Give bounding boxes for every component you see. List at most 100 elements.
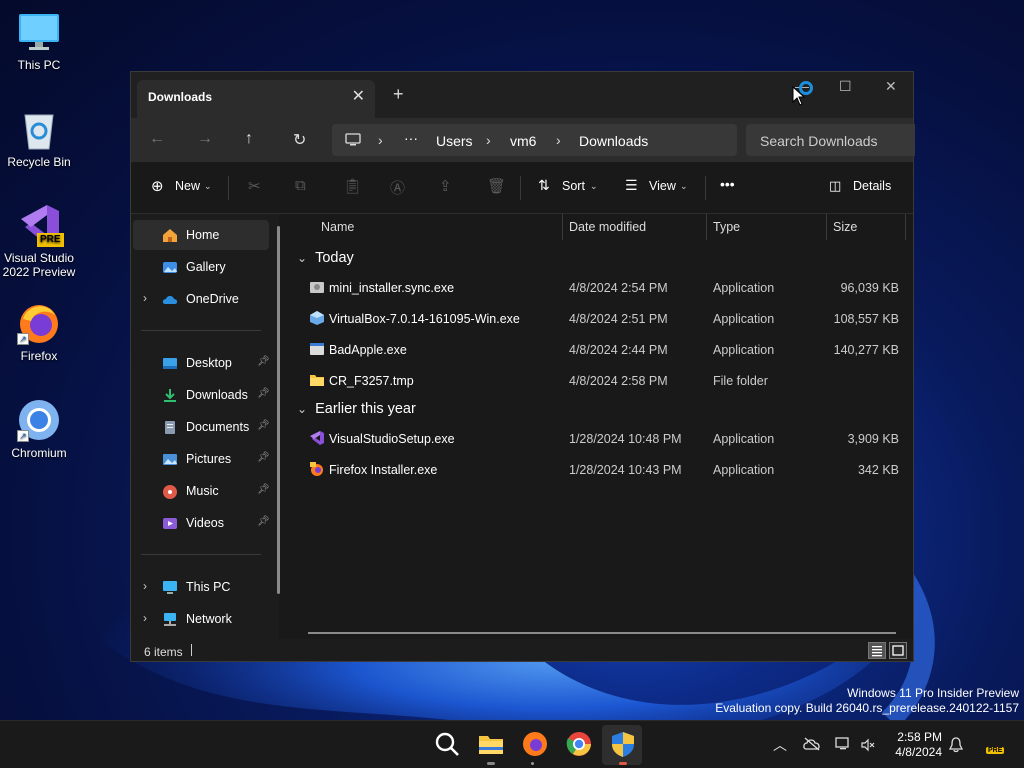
more-options-icon[interactable]: •••	[720, 176, 735, 192]
forward-arrow-icon[interactable]: →	[197, 130, 213, 148]
file-row[interactable]: CR_F3257.tmp 4/8/2024 2:58 PM File folde…	[289, 365, 913, 396]
pictures-icon	[162, 452, 178, 467]
file-date: 4/8/2024 2:58 PM	[569, 374, 668, 388]
nav-item-music[interactable]: Music 📌︎	[133, 476, 270, 506]
nav-item-gallery[interactable]: Gallery	[133, 252, 269, 282]
nav-item-label: OneDrive	[186, 292, 239, 306]
firefox-icon[interactable]	[521, 730, 549, 758]
file-row[interactable]: VirtualBox-7.0.14-161095-Win.exe 4/8/202…	[289, 303, 913, 334]
status-bar: 6 items	[131, 639, 913, 661]
virtualbox-icon	[309, 310, 325, 326]
file-row[interactable]: VisualStudioSetup.exe 1/28/2024 10:48 PM…	[289, 423, 913, 454]
refresh-icon[interactable]: ↻	[293, 130, 306, 150]
tiles-view-icon[interactable]	[889, 642, 907, 659]
copy-icon[interactable]: ⧉	[295, 177, 306, 194]
chevron-right-icon[interactable]: ›	[143, 291, 147, 305]
search-box[interactable]: Search Downloads	[746, 124, 915, 156]
new-tab-button[interactable]: +	[393, 84, 404, 105]
security-shield-icon[interactable]	[609, 730, 637, 758]
chevron-down-icon: ⌄	[590, 181, 598, 191]
up-arrow-icon[interactable]: ↑	[245, 130, 253, 148]
desktop-icon-recycle-bin[interactable]: Recycle Bin	[2, 107, 76, 169]
new-button[interactable]: New	[175, 179, 200, 193]
explorer-body: Home Gallery › OneDrive Desktop 📌︎ Downl…	[131, 214, 913, 639]
view-button[interactable]: View	[649, 179, 676, 193]
column-divider[interactable]	[826, 214, 827, 240]
column-header-size[interactable]: Size	[833, 220, 857, 234]
nav-item-desktop[interactable]: Desktop 📌︎	[133, 348, 270, 378]
nav-item-onedrive[interactable]: › OneDrive	[133, 284, 269, 314]
nav-item-documents[interactable]: Documents 📌︎	[133, 412, 270, 442]
file-row[interactable]: mini_installer.sync.exe 4/8/2024 2:54 PM…	[289, 272, 913, 303]
details-view-icon[interactable]	[868, 642, 886, 659]
chevron-right-icon[interactable]: ›	[143, 611, 147, 625]
breadcrumb-users[interactable]: Users	[436, 133, 473, 149]
column-divider[interactable]	[562, 214, 563, 240]
nav-scrollbar[interactable]	[277, 226, 280, 594]
chevron-right-icon[interactable]: ›	[143, 579, 147, 593]
close-button[interactable]: ✕	[885, 78, 897, 95]
details-button[interactable]: Details	[853, 179, 891, 193]
file-name: CR_F3257.tmp	[329, 374, 414, 388]
network-icon	[162, 612, 178, 627]
search-icon[interactable]	[433, 730, 461, 758]
desktop-icon-chromium[interactable]: ↗ Chromium	[2, 398, 76, 460]
breadcrumb-downloads[interactable]: Downloads	[579, 133, 648, 149]
delete-icon[interactable]: 🗑︎	[487, 177, 506, 195]
file-size: 342 KB	[857, 463, 899, 477]
pin-icon[interactable]: 📌︎	[257, 516, 270, 527]
back-arrow-icon[interactable]: ←	[149, 130, 165, 148]
paste-icon[interactable]: 📋︎	[343, 177, 362, 195]
maximize-button[interactable]: ☐	[839, 78, 852, 95]
file-row[interactable]: Firefox Installer.exe 1/28/2024 10:43 PM…	[289, 454, 913, 485]
notification-bell-icon[interactable]	[949, 737, 963, 753]
cut-icon[interactable]: ✂	[248, 177, 261, 195]
chrome-icon[interactable]	[565, 730, 593, 758]
chromium-icon: ↗	[17, 398, 61, 442]
rename-icon[interactable]: Ⓐ	[390, 177, 405, 198]
onedrive-offline-icon[interactable]	[803, 737, 821, 751]
address-bar[interactable]: › ··· Users › vm6 › Downloads	[332, 124, 737, 156]
column-divider[interactable]	[706, 214, 707, 240]
sort-button[interactable]: Sort	[562, 179, 585, 193]
nav-item-this-pc[interactable]: › This PC	[133, 572, 269, 602]
nav-item-pictures[interactable]: Pictures 📌︎	[133, 444, 270, 474]
pin-icon[interactable]: 📌︎	[257, 420, 270, 431]
pin-icon[interactable]: 📌︎	[257, 356, 270, 367]
desktop-icon-this-pc[interactable]: This PC	[2, 10, 76, 72]
horizontal-scrollbar[interactable]	[308, 632, 896, 634]
tab-downloads[interactable]: Downloads ✕	[137, 80, 375, 118]
column-header-type[interactable]: Type	[713, 220, 740, 234]
column-header-date[interactable]: Date modified	[569, 220, 646, 234]
pin-icon[interactable]: 📌︎	[257, 452, 270, 463]
file-row[interactable]: BadApple.exe 4/8/2024 2:44 PM Applicatio…	[289, 334, 913, 365]
tab-close-button[interactable]: ✕	[352, 86, 365, 106]
taskbar-clock[interactable]: 2:58 PM 4/8/2024	[895, 730, 942, 760]
nav-item-home[interactable]: Home	[133, 220, 269, 250]
chevron-down-icon: ⌄	[297, 402, 308, 416]
desktop-icon-visual-studio[interactable]: PRE Visual Studio 2022 Preview	[2, 203, 76, 279]
nav-item-network[interactable]: › Network	[133, 604, 269, 634]
file-date: 1/28/2024 10:43 PM	[569, 463, 682, 477]
group-header-today[interactable]: ⌄ Today	[297, 250, 354, 266]
column-header-name[interactable]: Name	[321, 220, 354, 234]
file-explorer-icon[interactable]	[477, 730, 505, 758]
pin-icon[interactable]: 📌︎	[257, 388, 270, 399]
chevron-right-icon: ›	[556, 132, 561, 148]
volume-muted-icon[interactable]	[861, 738, 875, 752]
busy-spinner-icon	[799, 81, 813, 95]
breadcrumb-vm6[interactable]: vm6	[510, 133, 536, 149]
network-status-icon[interactable]	[835, 737, 851, 751]
group-header-earlier-this-year[interactable]: ⌄ Earlier this year	[297, 401, 416, 417]
show-hidden-icons-icon[interactable]: ︿	[773, 735, 787, 755]
pin-icon[interactable]: 📌︎	[257, 484, 270, 495]
desktop-icon-firefox[interactable]: ↗ Firefox	[2, 301, 76, 363]
share-icon[interactable]: ⇪	[439, 177, 452, 195]
column-divider[interactable]	[905, 214, 906, 240]
nav-item-videos[interactable]: Videos 📌︎	[133, 508, 270, 538]
nav-item-label: Videos	[186, 516, 224, 530]
sort-icon: ⇅	[538, 177, 550, 193]
breadcrumb-ellipsis[interactable]: ···	[404, 130, 418, 146]
nav-item-downloads[interactable]: Downloads 📌︎	[133, 380, 270, 410]
file-type: Application	[713, 281, 775, 295]
